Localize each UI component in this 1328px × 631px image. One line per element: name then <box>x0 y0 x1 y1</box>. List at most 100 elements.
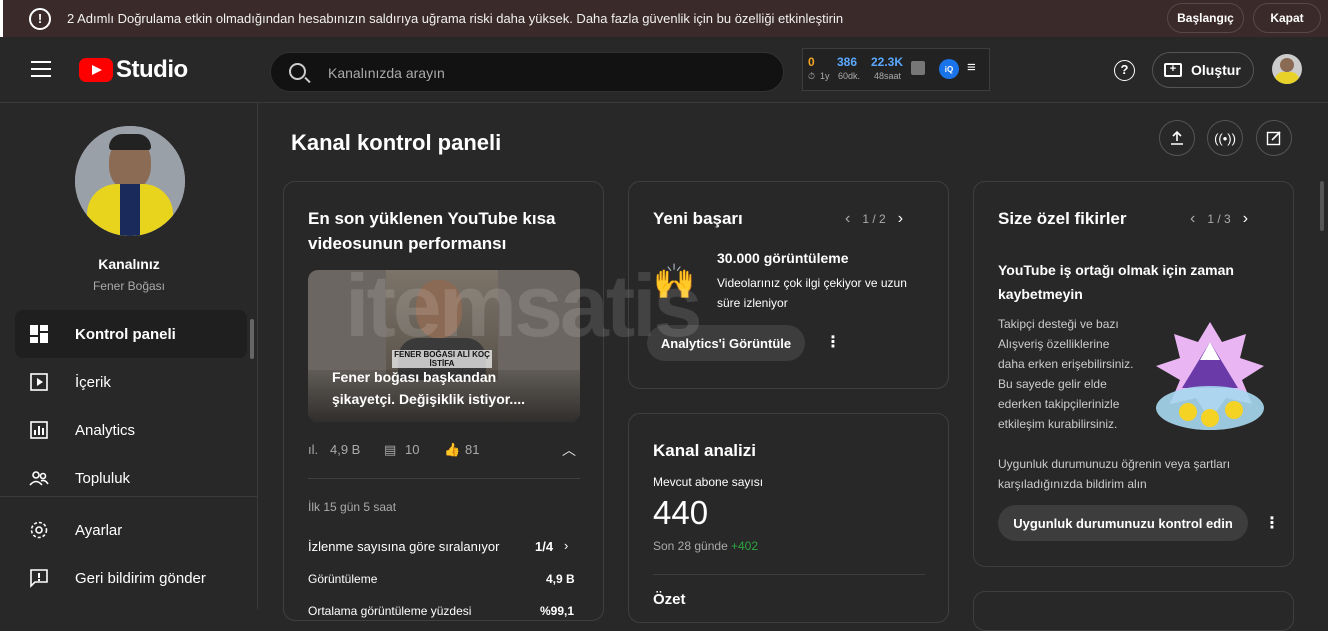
youtube-logo-icon <box>79 58 113 82</box>
sidebar-item-label: Kontrol paneli <box>75 325 176 343</box>
ideas-pager: ‹ 1 / 3 › <box>1190 210 1248 228</box>
feedback-icon <box>30 569 48 588</box>
sidebar-item-label: Ayarlar <box>75 521 123 539</box>
sidebar-item-label: Analytics <box>75 421 136 439</box>
idea-headline: YouTube iş ortağı olmak için zaman kaybe… <box>998 262 1234 302</box>
view-analytics-button[interactable]: Analytics'i Görüntüle <box>647 325 805 361</box>
ext-label-1: 1y <box>820 71 830 81</box>
logo-text: Studio <box>116 56 188 83</box>
warning-icon: ! <box>29 7 51 30</box>
card-title: Kanal analizi <box>653 441 756 460</box>
likes-count: 81 <box>465 442 480 457</box>
sidebar-item-dashboard[interactable]: Kontrol paneli <box>15 310 247 358</box>
go-live-icon[interactable]: ((•)) <box>1207 120 1243 156</box>
divider <box>653 574 925 575</box>
upload-icon[interactable] <box>1159 120 1195 156</box>
achievement-pager: ‹ 1 / 2 › <box>845 210 903 228</box>
chevron-right-icon[interactable]: › <box>898 210 903 228</box>
subs-period-label: Son 28 günde <box>653 539 728 553</box>
subs-value: 440 <box>653 494 709 531</box>
account-avatar[interactable] <box>1272 54 1302 84</box>
subs-delta: +402 <box>731 539 759 553</box>
more-options-icon[interactable]: ⋮ <box>1264 513 1280 533</box>
channel-avatar[interactable] <box>75 126 185 236</box>
create-button[interactable]: + Oluştur <box>1152 52 1254 88</box>
achievement-card: Yeni başarı ‹ 1 / 2 › 🙌 30.000 görüntüle… <box>628 181 949 389</box>
collapse-chevron-icon[interactable]: ︿ <box>562 440 576 460</box>
channel-analytics-card: Kanal analizi Mevcut abone sayısı 440 So… <box>628 413 949 623</box>
divider <box>308 478 580 479</box>
sidebar-item-content[interactable]: İçerik <box>15 358 247 406</box>
chevron-left-icon[interactable]: ‹ <box>845 210 850 228</box>
idea-body-2: Uygunluk durumunuzu öğrenin veya şartlar… <box>998 457 1231 491</box>
create-video-icon: + <box>1164 63 1182 77</box>
pager-text: 1 / 3 <box>1207 212 1231 226</box>
thumbnail-image: FENER BOĞASI ALİ KOÇ İSTİFA <box>386 270 498 380</box>
rank-label: İzlenme sayısına göre sıralanıyor <box>308 539 500 554</box>
ext-badge-icon[interactable]: iQ <box>939 59 959 79</box>
sidebar-divider <box>0 496 258 497</box>
sidebar-item-settings[interactable]: Ayarlar <box>15 506 247 554</box>
ideas-card: Size özel fikirler ‹ 1 / 3 › YouTube iş … <box>973 181 1294 567</box>
card-title: Yeni başarı <box>653 209 743 228</box>
top-bar: Studio Kanalınızda arayın 0 ⏱ 1y 386 60d… <box>0 37 1328 103</box>
celebrate-icon: 🙌 <box>653 263 696 301</box>
ext-clock-icon: ⏱ <box>808 71 816 81</box>
sidebar-item-analytics[interactable]: Analytics <box>15 406 247 454</box>
card-title: Size özel fikirler <box>998 209 1127 228</box>
sidebar-item-community[interactable]: Topluluk <box>15 454 247 502</box>
sidebar-item-label: Geri bildirim gönder <box>75 569 206 587</box>
period-label: İlk 15 gün 5 saat <box>308 500 397 514</box>
create-label: Oluştur <box>1191 62 1241 78</box>
channel-name: Fener Boğası <box>92 279 166 293</box>
help-icon[interactable]: ? <box>1114 60 1135 81</box>
sidebar-scrollbar[interactable] <box>250 319 254 359</box>
summary-label: Özet <box>653 591 686 608</box>
start-button[interactable]: Başlangıç <box>1167 3 1244 33</box>
views-row-value: 4,9 B <box>546 572 575 586</box>
menu-icon[interactable] <box>31 61 51 82</box>
views-icon: ıl. <box>308 442 319 457</box>
settings-icon <box>30 521 48 539</box>
chevron-right-icon[interactable]: › <box>564 538 568 553</box>
subs-label: Mevcut abone sayısı <box>653 475 764 489</box>
sidebar-item-label: İçerik <box>75 373 111 391</box>
ext-label-2: 60dk. <box>838 71 861 81</box>
dashboard-icon <box>30 325 48 343</box>
search-box[interactable]: Kanalınızda arayın <box>270 52 784 92</box>
main-content: Kanal kontrol paneli ((•)) En son yüklen… <box>259 103 1328 631</box>
analytics-icon <box>30 421 48 439</box>
content-icon <box>30 373 48 391</box>
avg-view-row-label: Ortalama görüntüleme yüzdesi <box>308 604 472 618</box>
close-banner-button[interactable]: Kapat <box>1253 3 1321 33</box>
more-options-icon[interactable]: ⋮ <box>825 332 841 352</box>
banner-message: 2 Adımlı Doğrulama etkin olmadığından he… <box>67 11 844 26</box>
channel-label: Kanalınız <box>98 256 160 272</box>
views-row-label: Görüntüleme <box>308 572 378 586</box>
rank-value: 1/4 <box>535 539 554 554</box>
pager-text: 1 / 2 <box>862 212 886 226</box>
edit-icon[interactable] <box>1256 120 1292 156</box>
idea-body: Takipçi desteği ve bazı Alışveriş özelli… <box>998 317 1134 431</box>
sidebar: Kanalınız Fener Boğası Kontrol paneli İç… <box>0 103 258 609</box>
extension-widget[interactable]: 0 ⏱ 1y 386 60dk. 22.3K 48saat iQ ≡ <box>802 48 990 91</box>
security-banner: ! 2 Adımlı Doğrulama etkin olmadığından … <box>0 0 1328 37</box>
main-scrollbar[interactable] <box>1320 181 1324 231</box>
check-eligibility-button[interactable]: Uygunluk durumunuzu kontrol edin <box>998 505 1248 541</box>
chevron-right-icon[interactable]: › <box>1243 210 1248 228</box>
chevron-left-icon[interactable]: ‹ <box>1190 210 1195 228</box>
ext-label-3: 48saat <box>874 71 902 81</box>
video-title: Fener boğası başkandan şikayetçi. Değişi… <box>332 369 525 407</box>
sidebar-item-feedback[interactable]: Geri bildirim gönder <box>15 554 247 602</box>
views-count: 4,9 B <box>330 442 361 457</box>
ext-value-1: 0 <box>808 55 815 69</box>
shorts-performance-card: En son yüklenen YouTube kısa videosunun … <box>283 181 604 621</box>
comments-icon: ▤ <box>384 442 397 457</box>
video-thumbnail[interactable]: FENER BOĞASI ALİ KOÇ İSTİFA Fener boğası… <box>308 270 580 422</box>
search-input[interactable]: Kanalınızda arayın <box>328 65 445 81</box>
community-icon <box>29 471 49 486</box>
ext-chart-icon[interactable] <box>911 61 925 75</box>
studio-logo[interactable]: Studio <box>79 56 188 84</box>
ext-menu-icon[interactable]: ≡ <box>967 59 976 76</box>
avg-view-row-value: %99,1 <box>540 604 575 618</box>
